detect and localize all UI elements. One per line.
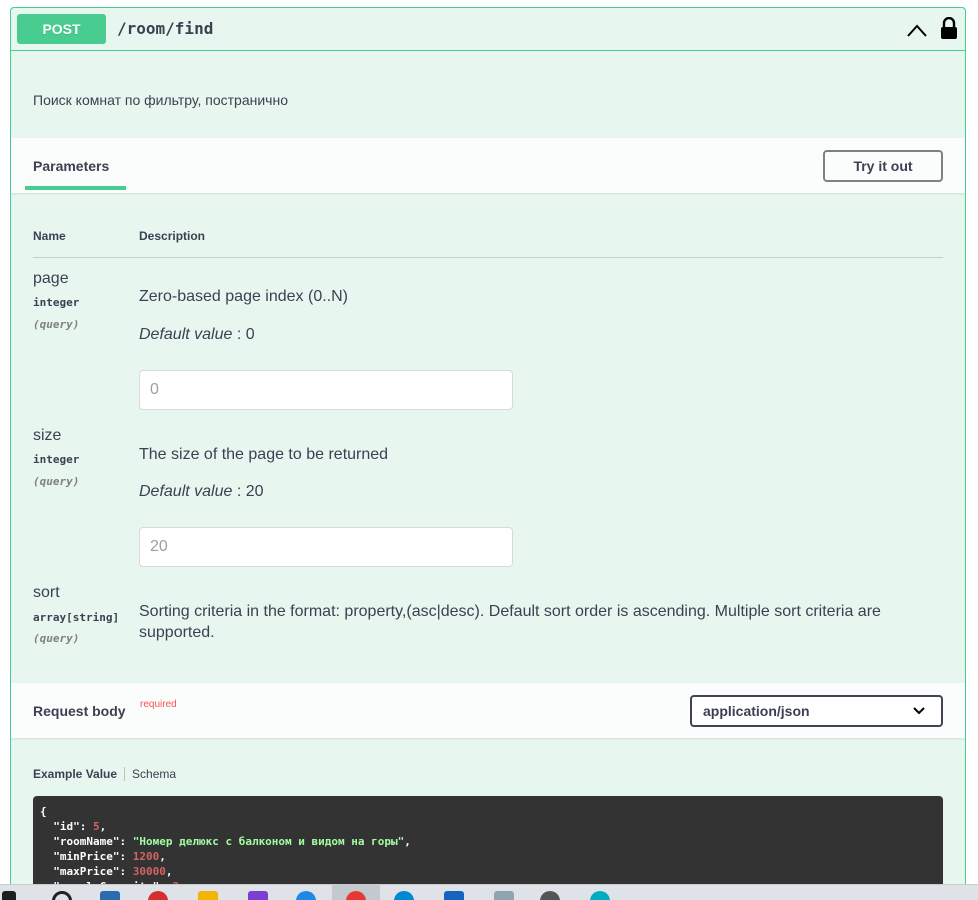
required-label: required [140, 699, 177, 710]
param-location-sort: (query) [33, 632, 80, 645]
size-input[interactable] [139, 527, 513, 567]
request-body-header: Request body required application/json [11, 683, 965, 738]
content-type-select[interactable]: application/json [690, 695, 943, 727]
param-description-sort: Sorting criteria in the format: property… [139, 603, 881, 641]
request-body-title: Request body [33, 703, 126, 719]
lock-icon[interactable] [940, 17, 958, 39]
json-value: 30000 [132, 865, 166, 878]
param-description-size: The size of the page to be returned [139, 446, 389, 463]
os-taskbar [0, 884, 978, 900]
search-icon[interactable] [52, 891, 72, 900]
telegram-icon[interactable] [296, 891, 316, 900]
param-location-size: (query) [33, 475, 80, 488]
try-it-out-button[interactable]: Try it out [823, 150, 943, 182]
parameters-header: Parameters Try it out [11, 138, 965, 193]
json-key: "maxPrice" [53, 865, 120, 878]
param-type-size: integer [33, 453, 80, 466]
edge-icon[interactable] [590, 891, 610, 900]
json-key: "roomName" [53, 835, 120, 848]
tab-parameters[interactable]: Parameters [33, 158, 109, 174]
tab-example-value[interactable]: Example Value [33, 767, 117, 781]
ide-icon[interactable] [248, 891, 268, 900]
param-default-page: Default value : 0 [139, 326, 255, 344]
github-icon[interactable] [540, 891, 560, 900]
json-key: "id" [53, 820, 80, 833]
example-tabs: Example Value Schema [33, 767, 176, 781]
json-open-brace: { [40, 805, 47, 818]
opera-icon[interactable] [148, 891, 168, 900]
tab-separator [124, 767, 126, 781]
default-value: : 0 [232, 326, 255, 343]
notes-icon[interactable] [494, 891, 514, 900]
param-name-size: size [33, 427, 62, 444]
content-type-value: application/json [703, 703, 810, 719]
default-label: Default value [139, 326, 233, 343]
terminal-icon[interactable] [444, 891, 464, 900]
endpoint-path: /room/find [117, 19, 214, 38]
tab-schema[interactable]: Schema [132, 767, 176, 781]
default-value: : 20 [232, 483, 264, 500]
operation-description: Поиск комнат по фильтру, постранично [33, 92, 288, 108]
json-value: "Номер делюкс с балконом и видом на горы… [132, 835, 405, 848]
active-tab-indicator [25, 186, 126, 190]
page-input[interactable] [139, 370, 513, 410]
json-value: 1200 [132, 850, 160, 863]
operation-summary[interactable]: POST /room/find [11, 8, 965, 51]
column-header-name: Name [33, 229, 66, 243]
chevron-down-icon [913, 707, 925, 715]
folder-icon[interactable] [198, 891, 218, 900]
param-name-sort: sort [33, 584, 60, 601]
operation-description-area: Поиск комнат по фильтру, постранично [11, 52, 965, 138]
column-header-description: Description [139, 229, 206, 243]
param-type-sort: array[string] [33, 611, 120, 624]
header-divider [33, 257, 943, 258]
json-key: "minPrice" [53, 850, 120, 863]
param-type-page: integer [33, 296, 80, 309]
method-badge: POST [17, 14, 106, 44]
default-label: Default value [139, 483, 233, 500]
json-value: 5 [93, 820, 100, 833]
param-name-page: page [33, 270, 69, 287]
app-icon[interactable] [394, 891, 414, 900]
chevron-up-icon[interactable] [906, 22, 928, 38]
param-default-size: Default value : 20 [139, 483, 264, 501]
param-description-page: Zero-based page index (0..N) [139, 288, 348, 305]
param-location-page: (query) [33, 318, 80, 331]
operation-block: POST /room/find Поиск комнат по фильтру,… [10, 7, 966, 900]
start-icon[interactable] [2, 891, 16, 900]
task-view-icon[interactable] [100, 891, 120, 900]
